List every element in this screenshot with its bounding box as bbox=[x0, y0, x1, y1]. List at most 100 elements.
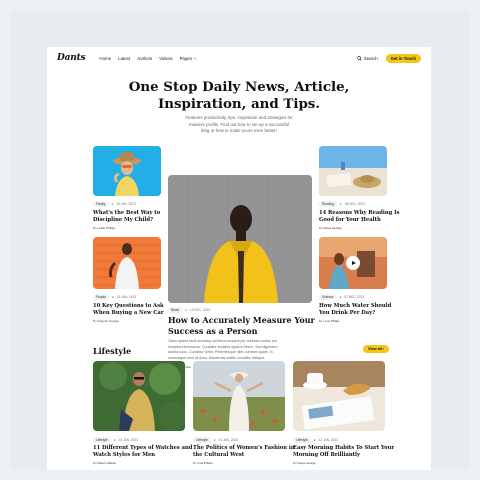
chevron-down-icon: ⌄ bbox=[193, 55, 197, 60]
family-card-title[interactable]: What's the Best Way to Discipline My Chi… bbox=[93, 210, 160, 224]
author-name[interactable]: Kaylynn George bbox=[97, 319, 119, 323]
lifestyle-tag[interactable]: Lifestyle bbox=[193, 437, 211, 443]
reading-title-line-2: Good for Your Health bbox=[319, 217, 381, 223]
science-card-image[interactable] bbox=[319, 237, 387, 289]
family-title-line-2: Discipline My Child? bbox=[93, 217, 154, 223]
calendar-icon: ● bbox=[111, 295, 114, 299]
science-title-line-2: You Drink Per Day? bbox=[319, 310, 376, 316]
by-label: By bbox=[319, 226, 323, 230]
nav-videos[interactable]: Videos bbox=[159, 55, 172, 61]
calendar-icon: ● bbox=[313, 438, 316, 442]
author-name[interactable]: Kaiya George bbox=[297, 461, 315, 465]
feature-title-line-2: Success as a Person bbox=[168, 325, 258, 336]
hero-title-line-2: Inspiration, and Tips. bbox=[157, 96, 321, 112]
reading-date: 08 DEC, 2023 bbox=[344, 202, 365, 206]
people-card-title[interactable]: 10 Key Questions to Ask When Buying a Ne… bbox=[93, 303, 164, 317]
feature-card-title[interactable]: How to Accurately Measure Your Success a… bbox=[168, 315, 315, 336]
calendar-icon: ● bbox=[113, 438, 116, 442]
reading-card-meta: Reading ● 08 DEC, 2023 bbox=[319, 201, 365, 207]
science-card-author: By Leos Philips bbox=[319, 319, 340, 323]
reading-title-line-1: 14 Reasons Why Reading Is bbox=[319, 210, 400, 216]
title-line-1: 11 Different Types of Watches and bbox=[93, 445, 193, 451]
author-name[interactable]: Mason Mason bbox=[97, 461, 116, 465]
author-name[interactable]: Kaiya George bbox=[323, 226, 341, 230]
lifestyle-tag[interactable]: Lifestyle bbox=[293, 437, 311, 443]
family-date: 16 JAN, 2023 bbox=[116, 202, 136, 206]
nav-latest[interactable]: Latest bbox=[118, 55, 130, 61]
reading-card-image[interactable] bbox=[319, 146, 387, 196]
reading-card-title[interactable]: 14 Reasons Why Reading Is Good for Your … bbox=[319, 210, 399, 224]
news-date: 10 DEC, 2023 bbox=[189, 308, 210, 312]
science-tag[interactable]: Science bbox=[319, 294, 337, 300]
nav-links: Home Latest Authors Videos Pages ⌄ bbox=[99, 55, 196, 61]
feature-card-image[interactable] bbox=[168, 175, 312, 303]
search-label: Search bbox=[363, 55, 378, 61]
page: Dants Home Latest Authors Videos Pages ⌄ … bbox=[47, 47, 431, 470]
hero-subtitle: Features productivity, tips, inspiration… bbox=[177, 115, 301, 135]
title-line-1: The Politics of Women's Fashion in bbox=[193, 445, 295, 451]
get-in-touch-button[interactable]: Get in Touch bbox=[385, 53, 421, 63]
play-icon bbox=[351, 261, 356, 265]
reading-card-author: By Kaiya George bbox=[319, 226, 342, 230]
by-label: By bbox=[319, 319, 323, 323]
people-card-meta: People ● 15 JAN, 2023 bbox=[93, 294, 136, 300]
nav-pages-label: Pages bbox=[179, 55, 193, 61]
book-hat-photo bbox=[319, 146, 387, 196]
author-name[interactable]: Leos Philips bbox=[323, 319, 339, 323]
nav-pages[interactable]: Pages ⌄ bbox=[180, 55, 197, 61]
search-button[interactable]: Search bbox=[356, 55, 378, 61]
lifestyle-card-1-title[interactable]: 11 Different Types of Watches and Watch … bbox=[93, 445, 192, 459]
hero-title: One Stop Daily News, Article, Inspiratio… bbox=[47, 79, 431, 113]
family-tag[interactable]: Family bbox=[93, 201, 109, 207]
lifestyle-tag[interactable]: Lifestyle bbox=[93, 437, 111, 443]
family-card-image[interactable] bbox=[93, 146, 161, 196]
coffee-croissant-photo bbox=[293, 361, 385, 431]
family-title-line-1: What's the Best Way to bbox=[93, 210, 161, 216]
family-card-author: By Leslie Philips bbox=[93, 226, 115, 230]
feature-title-line-1: How to Accurately Measure Your bbox=[168, 315, 315, 325]
search-icon bbox=[356, 55, 362, 61]
news-tag[interactable]: News bbox=[168, 307, 182, 313]
people-title-line-1: 10 Key Questions to Ask bbox=[93, 303, 164, 309]
man-yellow-jacket-photo bbox=[168, 175, 312, 303]
title-line-1: Easy Morning Habits To Start Your bbox=[293, 445, 395, 451]
lifestyle-date: 15 JAN, 2023 bbox=[118, 438, 138, 442]
arrow-right-icon: › bbox=[382, 347, 385, 351]
science-title-line-1: How Much Water Should bbox=[319, 303, 392, 309]
lifestyle-card-2-title[interactable]: The Politics of Women's Fashion in the C… bbox=[193, 445, 295, 459]
people-title-line-2: When Buying a New Car bbox=[93, 310, 164, 316]
nav-home[interactable]: Home bbox=[99, 55, 111, 61]
view-all-label: View all bbox=[368, 347, 382, 351]
science-card-meta: Science ● 07 DEC, 2023 bbox=[319, 294, 364, 300]
title-line-2: Morning Off Brilliantly bbox=[293, 452, 360, 458]
nav-authors[interactable]: Authors bbox=[137, 55, 152, 61]
lifestyle-card-3-title[interactable]: Easy Morning Habits To Start Your Mornin… bbox=[293, 445, 394, 459]
hero-title-line-1: One Stop Daily News, Article, bbox=[128, 79, 350, 95]
logo[interactable]: Dants bbox=[57, 53, 86, 63]
lifestyle-card-2-meta: Lifestyle ● 14 JAN, 2023 bbox=[193, 437, 238, 443]
by-label: By bbox=[93, 226, 97, 230]
lifestyle-card-1-author: By Mason Mason bbox=[93, 461, 116, 465]
family-card-meta: Family ● 16 JAN, 2023 bbox=[93, 201, 136, 207]
hero-subtitle-line-3: blog or how to make yours even better! bbox=[201, 128, 277, 134]
play-button[interactable] bbox=[346, 256, 360, 270]
lifestyle-card-3-author: By Kaiya George bbox=[293, 461, 316, 465]
reading-tag[interactable]: Reading bbox=[319, 201, 337, 207]
by-label: By bbox=[93, 319, 97, 323]
by-label: By bbox=[293, 461, 297, 465]
woman-field-photo bbox=[193, 361, 285, 431]
lifestyle-card-2-image[interactable] bbox=[193, 361, 285, 431]
people-tag[interactable]: People bbox=[93, 294, 109, 300]
view-all-button[interactable]: View all › bbox=[363, 345, 390, 353]
people-card-image[interactable] bbox=[93, 237, 161, 289]
author-name[interactable]: Lina Philips bbox=[197, 461, 212, 465]
title-line-2: the Cultural West bbox=[193, 452, 245, 458]
calendar-icon: ● bbox=[111, 202, 114, 206]
lifestyle-card-1-meta: Lifestyle ● 15 JAN, 2023 bbox=[93, 437, 138, 443]
science-card-title[interactable]: How Much Water Should You Drink Per Day? bbox=[319, 303, 391, 317]
title-line-2: Watch Styles for Men bbox=[93, 452, 156, 458]
author-name[interactable]: Leslie Philips bbox=[97, 226, 115, 230]
by-label: By bbox=[193, 461, 197, 465]
lifestyle-card-1-image[interactable] bbox=[93, 361, 185, 431]
lifestyle-card-3-image[interactable] bbox=[293, 361, 385, 431]
